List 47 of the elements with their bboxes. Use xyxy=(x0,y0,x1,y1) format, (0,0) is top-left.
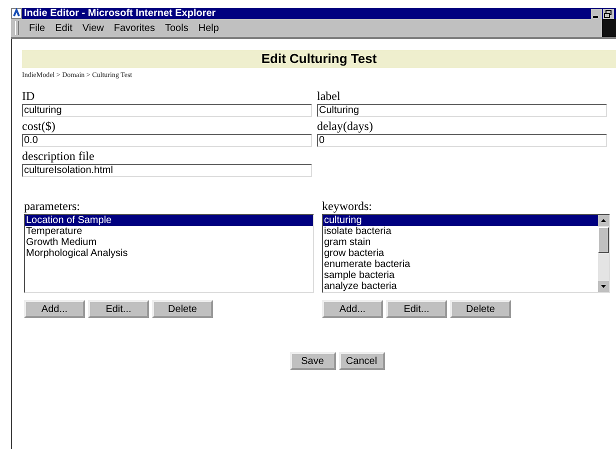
text-field[interactable]: cultureIsolation.html xyxy=(22,164,312,177)
list-item[interactable]: Growth Medium xyxy=(25,237,313,248)
menu-item[interactable]: Help xyxy=(198,22,219,34)
list-button[interactable]: Edit... xyxy=(386,300,447,318)
scroll-down-icon[interactable] xyxy=(598,281,609,292)
text-field[interactable]: Culturing xyxy=(317,104,607,117)
list-item[interactable]: culturing xyxy=(323,215,598,226)
form-button[interactable]: Save xyxy=(290,352,336,370)
list-button[interactable]: Delete xyxy=(450,300,511,318)
list-item[interactable]: isolate bacteria xyxy=(323,226,598,237)
list-item[interactable]: enumerate bacteria xyxy=(323,259,598,270)
list-button[interactable]: Edit... xyxy=(88,300,149,318)
list-label: keywords: xyxy=(322,199,373,214)
minimize-icon[interactable] xyxy=(591,8,602,18)
form-button[interactable]: Cancel xyxy=(338,352,384,370)
text-field[interactable]: 0.0 xyxy=(22,134,312,147)
list-button[interactable]: Delete xyxy=(152,300,213,318)
field-label: cost($) xyxy=(22,119,56,134)
list-item[interactable]: Morphological Analysis xyxy=(25,248,313,259)
list-button[interactable]: Add... xyxy=(322,300,383,318)
scroll-thumb[interactable] xyxy=(598,227,609,253)
restore-icon[interactable] xyxy=(603,8,614,18)
field-label: description file xyxy=(22,149,96,164)
list-button[interactable]: Add... xyxy=(24,300,85,318)
scroll-up-icon[interactable] xyxy=(598,215,609,226)
text-field[interactable]: 0 xyxy=(317,134,607,147)
menu-item[interactable]: Favorites xyxy=(114,22,155,34)
menu-item[interactable]: View xyxy=(82,22,104,34)
page-heading: Edit Culturing Test xyxy=(22,50,616,68)
field-label: delay(days) xyxy=(317,119,374,134)
list-item[interactable]: grow bacteria xyxy=(323,248,598,259)
window-title: Indie Editor - Microsoft Internet Explorer xyxy=(24,8,216,19)
list-label: parameters: xyxy=(24,199,81,214)
list-item[interactable]: sample bacteria xyxy=(323,270,598,281)
list-item[interactable]: gram stain xyxy=(323,237,598,248)
menu-item[interactable]: Tools xyxy=(164,22,188,34)
field-label: label xyxy=(317,89,342,104)
menu-item[interactable]: File xyxy=(29,22,46,34)
list-item[interactable]: Temperature xyxy=(25,226,313,237)
field-label: ID xyxy=(22,89,36,104)
text-field[interactable]: culturing xyxy=(22,104,312,117)
menu-item[interactable]: Edit xyxy=(55,22,72,34)
list-box[interactable]: Location of Sample Temperature Growth Medium Morphological Analysis xyxy=(24,214,314,293)
scrollbar[interactable] xyxy=(598,215,609,292)
list-item[interactable]: analyze bacteria xyxy=(323,281,598,292)
list-box[interactable]: culturing isolate bacteria gram stain grow bacteria enumerate bacteria sample bacteria analyze bacteria xyxy=(322,214,610,293)
list-item[interactable]: Location of Sample xyxy=(25,215,313,226)
